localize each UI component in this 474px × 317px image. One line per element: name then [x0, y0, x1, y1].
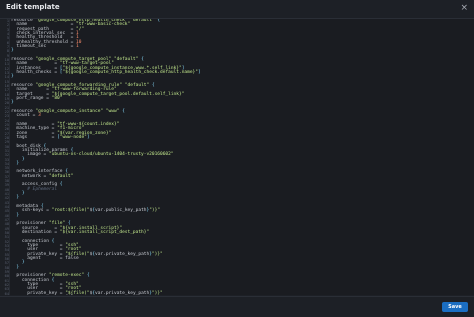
- code-text: ssh-keys = "root:${file("${var.public_ke…: [11, 208, 161, 214]
- code-text: destination = "${var.install_script_dest…: [11, 230, 150, 236]
- modal-title: Edit template: [6, 3, 60, 11]
- code-text: network = "default": [11, 173, 74, 179]
- code-text: }: [11, 48, 14, 54]
- modal-header: Edit template ×: [0, 0, 474, 19]
- modal-footer: Save: [0, 296, 474, 317]
- code-text: }: [16, 195, 20, 201]
- close-icon[interactable]: ×: [460, 2, 468, 14]
- save-button[interactable]: Save: [442, 302, 468, 312]
- code-line[interactable]: 64 private_key = "${file("${var.private_…: [5, 291, 470, 295]
- edit-template-modal: Edit template × 1 resource "google_comput…: [0, 0, 474, 317]
- code-text: }: [16, 264, 20, 270]
- code-text: count = 3: [11, 113, 41, 119]
- code-text: }: [11, 74, 14, 80]
- code-area[interactable]: 1 resource "google_compute_http_health_ch…: [5, 19, 470, 295]
- code-editor[interactable]: 1 resource "google_compute_http_health_ch…: [0, 19, 474, 295]
- code-text: image = "ubuntu-os-cloud/ubuntu-1404-tru…: [11, 152, 174, 158]
- code-text: }: [11, 100, 14, 106]
- code-text: timeout_sec = 1: [11, 43, 79, 49]
- code-text: }: [16, 212, 20, 218]
- code-text: port_range = "80": [11, 95, 63, 101]
- code-text: health_checks = ["${google_compute_http_…: [11, 69, 201, 75]
- code-text: }: [16, 160, 20, 166]
- line-number: 64: [4, 291, 9, 295]
- code-text: tags = ["www-node"]: [11, 134, 90, 140]
